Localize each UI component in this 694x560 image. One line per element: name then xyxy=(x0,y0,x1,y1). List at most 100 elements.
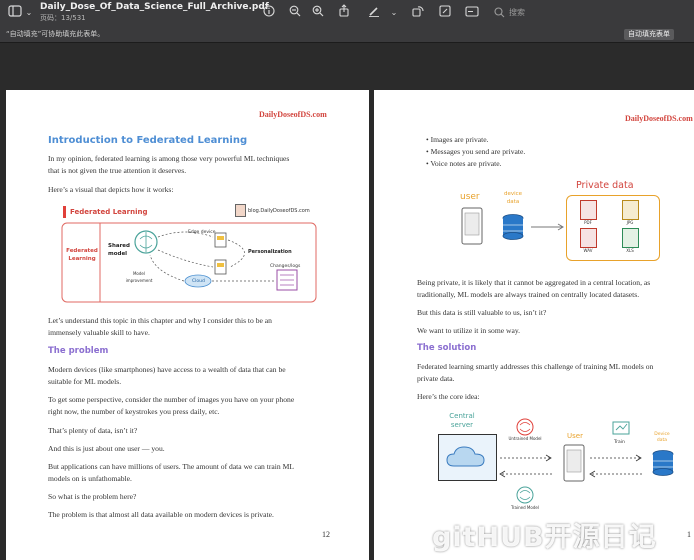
device-data-label: device data xyxy=(503,191,523,205)
brain-icon xyxy=(134,230,158,254)
paragraph: suitable for ML models. xyxy=(48,377,122,386)
chevron-down-icon[interactable]: ⌄ xyxy=(389,4,399,22)
model-improvement-label: Model improvement xyxy=(125,271,153,283)
figure-side-label: Federated Learning xyxy=(66,248,98,262)
list-item-text: Images are private. xyxy=(430,135,489,144)
share-icon[interactable] xyxy=(337,4,351,22)
paragraph: traditionally, ML models are always trai… xyxy=(417,290,640,299)
paragraph: The problem is that almost all data avai… xyxy=(48,510,274,519)
paragraph: Modern devices (like smartphones) have a… xyxy=(48,365,286,374)
paragraph: That’s plenty of data, isn’t it? xyxy=(48,426,138,435)
paragraph: Here’s the core idea: xyxy=(417,392,480,401)
cloud-label: Cloud xyxy=(192,279,205,284)
cloud-icon xyxy=(446,446,485,467)
train-label: Train xyxy=(614,440,625,445)
autofill-bar: “自动填充”可协助填充此表单。 自动填充表单 xyxy=(0,27,694,43)
search-placeholder: 搜索 xyxy=(509,8,525,17)
list-item: • Images are private. xyxy=(426,135,489,144)
figure-title: Federated Learning xyxy=(70,208,148,216)
watermark: gitHUB开源日记 xyxy=(432,522,657,553)
edge-device-label: Edge device xyxy=(188,230,216,235)
list-item: • Voice notes are private. xyxy=(426,159,502,168)
paragraph: But applications can have millions of us… xyxy=(48,462,294,471)
paragraph: private data. xyxy=(417,374,455,383)
private-data-label: Private data xyxy=(576,180,634,191)
database-icon xyxy=(502,214,524,240)
file-label: PDF xyxy=(584,220,592,225)
file-icon-wav xyxy=(580,228,597,248)
user-label: user xyxy=(460,192,480,202)
figure-title-bar xyxy=(63,206,66,218)
section-heading-solution: The solution xyxy=(417,343,477,353)
form-fill-icon[interactable] xyxy=(464,4,480,22)
figure-site: blog.DailyDoseofDS.com xyxy=(248,208,310,214)
private-data-figure: user device data Private data PDF JPG WA… xyxy=(454,176,664,261)
file-icon-pdf xyxy=(580,200,597,220)
untrained-model-icon xyxy=(516,418,534,436)
paragraph: Here’s a visual that depicts how it work… xyxy=(48,185,174,194)
figure-site-logo xyxy=(235,204,246,217)
dashed-arrows xyxy=(499,454,552,478)
paragraph: We want to utilize it in some way. xyxy=(417,326,521,335)
paragraph: Let’s understand this topic in this chap… xyxy=(48,316,272,325)
search-field[interactable]: 搜索 xyxy=(492,4,688,21)
paragraph: So what is the problem here? xyxy=(48,492,137,501)
personalization-label: Personalization xyxy=(248,249,292,255)
pdf-page-left: DailyDoseofDS.com Introduction to Federa… xyxy=(6,90,369,560)
bullet-list: • Images are private. • Messages you sen… xyxy=(426,134,525,170)
paragraph: And this is just about one user — you. xyxy=(48,444,165,453)
file-icon-jpg xyxy=(622,200,639,220)
file-label: WAV xyxy=(583,248,593,253)
annotate-box-icon[interactable] xyxy=(438,4,452,22)
paragraph: To get some perspective, consider the nu… xyxy=(48,395,295,404)
brand-header: DailyDoseofDS.com xyxy=(625,114,693,123)
rotate-icon[interactable] xyxy=(411,4,425,22)
untrained-model-label: Untrained Model xyxy=(508,436,542,441)
arrow-icon xyxy=(531,223,564,231)
paragraph: Being private, it is likely that it cann… xyxy=(417,278,651,287)
dashed-arrows xyxy=(589,454,642,478)
paragraph: But this data is still valuable to us, i… xyxy=(417,308,547,317)
chapter-heading: Introduction to Federated Learning xyxy=(48,135,248,146)
autofill-message: “自动填充”可协助填充此表单。 xyxy=(6,30,105,38)
paragraph: that is not given the true attention it … xyxy=(48,166,187,175)
zoom-out-icon[interactable] xyxy=(288,4,302,22)
brand-header: DailyDoseofDS.com xyxy=(259,110,327,119)
page-indicator: 页码：13/531 xyxy=(40,14,86,22)
central-server-label: Central server xyxy=(449,412,475,429)
user-device-icon xyxy=(461,207,483,245)
paragraph: models on is unfathomable. xyxy=(48,474,132,483)
paragraph: In my opinion, federated learning is amo… xyxy=(48,154,290,163)
markup-pen-icon[interactable] xyxy=(367,4,381,22)
list-item-text: Messages you send are private. xyxy=(430,147,526,156)
changes-logs-label: Changes/logs xyxy=(270,264,301,269)
document-title: Daily_Dose_Of_Data_Science_Full_Archive.… xyxy=(40,2,269,12)
file-icon-xls xyxy=(622,228,639,248)
federated-learning-figure: Federated Learning blog.DailyDoseofDS.co… xyxy=(60,202,318,304)
list-item: • Messages you send are private. xyxy=(426,147,526,156)
trained-model-label: Trained Model xyxy=(511,505,539,510)
pdf-page-right: DailyDoseofDS.com • Images are private. … xyxy=(374,90,694,560)
user-device-icon xyxy=(563,444,585,482)
file-label: JPG xyxy=(626,220,634,225)
viewer-background xyxy=(0,43,694,90)
core-idea-figure: Central server Untrained Model User Trai… xyxy=(436,410,694,520)
train-icon xyxy=(612,421,630,435)
paragraph: Federated learning smartly addresses thi… xyxy=(417,362,654,371)
shared-model-label: Shared model xyxy=(108,243,130,257)
chevron-down-icon[interactable]: ⌄ xyxy=(24,4,34,22)
user-label: User xyxy=(567,432,583,440)
trained-model-icon xyxy=(516,486,534,504)
paragraph: immensely valuable skill to have. xyxy=(48,328,150,337)
device-data-label: Device data xyxy=(654,432,670,443)
zoom-in-icon[interactable] xyxy=(311,4,325,22)
sidebar-toggle-icon[interactable] xyxy=(7,4,23,22)
database-icon xyxy=(652,450,674,476)
info-icon[interactable] xyxy=(262,4,276,22)
paragraph: right now, the number of keystrokes you … xyxy=(48,407,220,416)
page-number: 1 xyxy=(687,530,691,539)
autofill-button[interactable]: 自动填充表单 xyxy=(624,29,674,40)
list-item-text: Voice notes are private. xyxy=(430,159,502,168)
file-label: XLS xyxy=(626,248,634,253)
toolbar: ⌄ Daily_Dose_Of_Data_Science_Full_Archiv… xyxy=(0,0,694,28)
